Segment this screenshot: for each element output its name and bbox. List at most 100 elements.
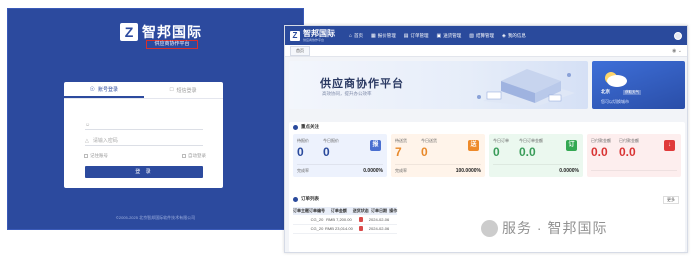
- cell-actions[interactable]: [389, 215, 398, 225]
- brand-logo-icon: Z: [120, 23, 138, 41]
- auto-login-checkbox[interactable]: 自动登录: [182, 153, 206, 159]
- nav-quote[interactable]: ▦ 报价管理: [371, 33, 396, 39]
- phone-icon: □: [169, 87, 174, 93]
- tab-label: 短信登录: [176, 87, 197, 94]
- nav-settlement[interactable]: ▧ 结算管理: [469, 33, 494, 39]
- kpi-value: 0.0: [519, 145, 536, 159]
- wechat-icon: [481, 219, 498, 237]
- kpi-value: 0.0: [591, 145, 608, 159]
- cell-date: 2024-02-06: [368, 215, 390, 225]
- cell-subject: [293, 224, 309, 234]
- nav-delivery[interactable]: ▣ 送货管理: [437, 33, 462, 39]
- login-brand: Z 智邦国际: [120, 23, 202, 41]
- cell-status: [352, 215, 369, 225]
- checkbox-icon: [182, 154, 186, 158]
- page-tabbar: 首页 ◉ ⌄: [285, 45, 687, 57]
- truck-icon: ▣: [436, 32, 442, 39]
- tab-controls-icon[interactable]: ◉ ⌄: [672, 48, 682, 54]
- kpi-label: 今日报价: [323, 138, 339, 143]
- nav-label: 我的信息: [507, 32, 526, 38]
- logo-sub: 供应商协作平台: [303, 37, 325, 42]
- nav-label: 结算管理: [475, 32, 494, 38]
- kpi-card-payment[interactable]: 已付款金额 已付款金额 0.0 0.0 ↓: [587, 134, 681, 177]
- brand-subtitle: 供应商协作平台: [146, 40, 198, 49]
- login-card: ☉ 账号登录 □ 短信登录 ☺ △ 请输入密码 记住账号 自动登录 登 录: [64, 82, 223, 188]
- more-button[interactable]: 更多: [663, 196, 679, 204]
- logo-icon: Z: [290, 30, 300, 41]
- banner-subtitle: 高效协同，提升办公效率: [322, 91, 372, 96]
- kpi-card-orders[interactable]: 今日订单 今日订单金额 0 0.0 订 0.0000%: [489, 134, 583, 177]
- kpi-label: 今日送货: [421, 138, 437, 143]
- kpi-card-delivery[interactable]: 待送货 今日送货 7 0 送 完成率 100.0000%: [391, 134, 485, 177]
- cell-number: CG_20: [309, 215, 325, 225]
- banner-title: 供应商协作平台: [320, 78, 404, 90]
- column-header: 订单编号: [309, 207, 325, 215]
- kpi-value: 0: [297, 145, 304, 159]
- download-badge-icon: ↓: [664, 140, 675, 151]
- tab-sms-login[interactable]: □ 短信登录: [144, 82, 224, 98]
- person-icon: ☺: [85, 121, 91, 128]
- warehouse-illustration: [477, 69, 575, 107]
- nav-info[interactable]: ◈ 我的信息: [502, 33, 526, 39]
- tab-account-login[interactable]: ☉ 账号登录: [64, 82, 144, 98]
- nav-label: 首页: [354, 32, 364, 38]
- column-header: 订单日期: [368, 207, 390, 215]
- order-icon: ▤: [403, 32, 409, 39]
- login-button[interactable]: 登 录: [85, 166, 203, 178]
- kpi-label: 待送货: [395, 138, 407, 143]
- kpi-value: 0.0: [619, 145, 636, 159]
- cell-actions[interactable]: [389, 224, 398, 234]
- table-row[interactable]: CG_20 RMB 23,014.00 2024-02-06: [293, 224, 398, 234]
- kpi-foot-value: 0.0000%: [559, 168, 579, 174]
- cell-status: [352, 224, 369, 234]
- watermark: 服务 · 智邦国际: [481, 218, 607, 238]
- login-tabs: ☉ 账号登录 □ 短信登录: [64, 82, 223, 99]
- quote-icon: ▦: [371, 32, 376, 39]
- remember-label: 记住账号: [90, 153, 108, 158]
- focus-header: 重点关注: [289, 122, 685, 132]
- user-icon: ☉: [89, 86, 95, 93]
- settle-icon: ▧: [469, 32, 474, 39]
- nav-label: 订单管理: [410, 32, 429, 38]
- weather-widget: 北京 获取天气 您可以切换城市: [592, 61, 685, 109]
- cell-subject: [293, 215, 309, 225]
- kpi-foot-label: 完成率: [395, 168, 407, 173]
- kpi-value: 0: [421, 145, 428, 159]
- kpi-label: 已付款金额: [591, 138, 611, 143]
- remember-checkbox[interactable]: 记住账号: [84, 153, 108, 159]
- kpi-value: 0: [493, 145, 500, 159]
- kpi-card-quote[interactable]: 待报价 今日报价 0 0 报 完成率 0.0000%: [293, 134, 387, 177]
- nav-label: 报价管理: [377, 32, 396, 38]
- password-placeholder: 请输入密码: [92, 138, 118, 144]
- screenshot-canvas: Z 智邦国际 供应商协作平台 ☉ 账号登录 □ 短信登录 ☺ △ 请输入密码 记…: [0, 0, 700, 259]
- lock-icon: △: [85, 137, 89, 144]
- cell-number: CG_20: [309, 224, 325, 234]
- user-avatar[interactable]: [674, 31, 682, 40]
- kpi-footer: 完成率 100.0000%: [395, 164, 481, 174]
- focus-title: 重点关注: [301, 124, 319, 129]
- weather-button[interactable]: 获取天气: [623, 90, 641, 95]
- nav-home[interactable]: ⌂ 首页: [349, 33, 363, 39]
- kpi-foot-label: 完成率: [297, 168, 309, 173]
- info-icon: ◈: [501, 32, 506, 39]
- kpi-label: 今日订单金额: [519, 138, 543, 143]
- cell-amount: RMB 7,200.00: [325, 215, 353, 225]
- tab-home[interactable]: 首页: [290, 45, 310, 56]
- username-field[interactable]: ☺: [85, 120, 203, 130]
- orders-header: 订单列表: [289, 194, 685, 204]
- kpi-footer: 0.0000%: [493, 164, 579, 174]
- dashboard-logo[interactable]: Z 智邦国际 供应商协作平台: [290, 29, 335, 42]
- watermark-text: 服务 · 智邦国际: [502, 220, 608, 236]
- delivery-badge-icon: 送: [468, 140, 479, 151]
- order-badge-icon: 订: [566, 140, 577, 151]
- top-navbar: Z 智邦国际 供应商协作平台 ⌂ 首页 ▦ 报价管理 ▤ 订单管理 ▣ 送货管理 ▧ 结算…: [285, 26, 687, 45]
- copyright-text: ©2005-2025 北京智邦国际软件技术有限公司: [115, 215, 196, 220]
- table-row[interactable]: CG_20 RMB 7,200.00 2024-02-06: [293, 215, 398, 225]
- kpi-cards: 待报价 今日报价 0 0 报 完成率 0.0000% 待送货 今日送货 7 0 送…: [293, 134, 681, 177]
- cell-date: 2024-02-06: [368, 224, 390, 234]
- kpi-foot-value: 100.0000%: [455, 168, 481, 174]
- password-field[interactable]: △ 请输入密码: [85, 136, 203, 146]
- kpi-footer: [591, 170, 677, 174]
- nav-orders[interactable]: ▤ 订单管理: [404, 33, 429, 39]
- status-badge: [358, 216, 363, 222]
